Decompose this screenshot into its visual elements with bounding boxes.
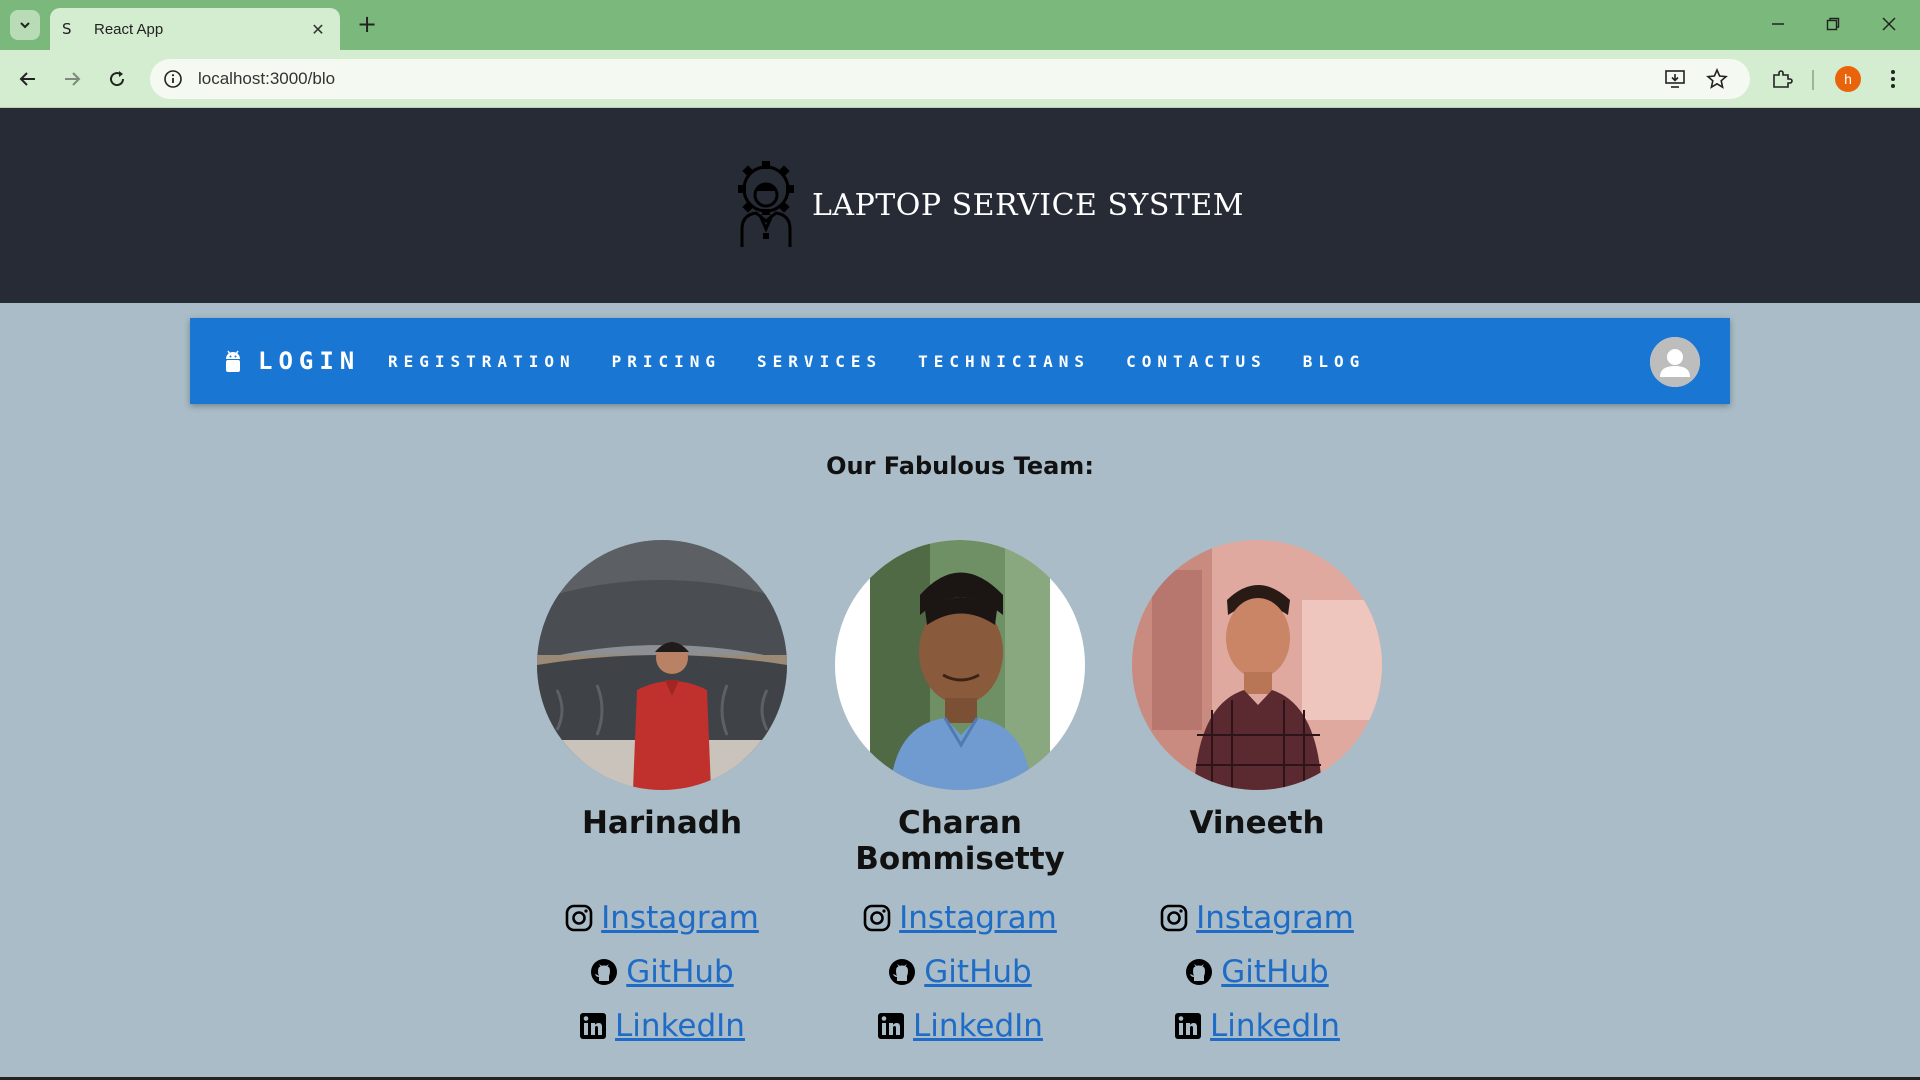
github-icon [591,959,618,985]
instagram-icon [1160,904,1188,932]
nav-login-link[interactable]: LOGIN [222,318,360,404]
instagram-icon [863,904,891,932]
toolbar-divider [1812,70,1814,90]
nav-item-blog[interactable]: BLOG [1303,352,1366,371]
arrow-right-icon [65,72,81,86]
url-text: localhost:3000/blo [198,69,336,88]
new-tab-button[interactable]: + [352,10,382,40]
extensions-button[interactable] [1767,64,1797,94]
arrow-left-icon [19,72,35,86]
instagram-icon [565,904,593,932]
github-link-label: GitHub [924,954,1032,990]
instagram-link[interactable]: Instagram [502,900,822,936]
github-link-label: GitHub [626,954,734,990]
main-navbar: LOGIN REGISTRATION PRICING SERVICES TECH… [190,318,1730,404]
linkedin-icon [580,1013,607,1039]
github-link[interactable]: GitHub [1097,954,1417,990]
site-header: LAPTOP SERVICE SYSTEM [0,108,1920,303]
github-icon [889,959,916,985]
chevron-down-icon [20,22,30,29]
linkedin-link-label: LinkedIn [913,1008,1043,1044]
nav-item-registration[interactable]: REGISTRATION [388,352,576,371]
restore-button[interactable] [1811,8,1855,40]
instagram-link[interactable]: Instagram [1097,900,1417,936]
back-button[interactable] [13,64,43,94]
reload-icon [110,71,125,87]
instagram-link[interactable]: Instagram [800,900,1120,936]
instagram-link-label: Instagram [899,900,1057,936]
forward-button[interactable] [57,64,87,94]
member-photo [537,540,787,790]
user-icon [1650,337,1700,387]
reload-button[interactable] [102,64,132,94]
profile-avatar[interactable]: h [1835,66,1861,92]
browser-tab-strip: S React App ✕ + [0,0,1920,50]
address-bar[interactable]: localhost:3000/blo [150,59,1750,99]
nav-links: REGISTRATION PRICING SERVICES TECHNICIAN… [388,318,1401,404]
minimize-icon [1772,23,1784,25]
star-icon [1706,68,1728,89]
browser-menu-button[interactable] [1878,64,1908,94]
linkedin-link-label: LinkedIn [615,1008,745,1044]
instagram-link-label: Instagram [601,900,759,936]
nav-login-label: LOGIN [258,347,361,375]
user-avatar-button[interactable] [1650,337,1700,387]
nav-item-pricing[interactable]: PRICING [612,352,721,371]
site-title: LAPTOP SERVICE SYSTEM [812,188,1245,223]
more-vertical-icon [1891,70,1895,88]
nav-item-technicians[interactable]: TECHNICIANS [918,352,1090,371]
github-link[interactable]: GitHub [800,954,1120,990]
tab-title: React App [94,20,164,38]
site-info-icon[interactable] [160,66,186,92]
linkedin-icon [1175,1013,1202,1039]
member-photo [835,540,1085,790]
github-icon [1186,959,1213,985]
team-heading: Our Fabulous Team: [826,452,1094,480]
tab-search-button[interactable] [10,10,40,40]
linkedin-link-label: LinkedIn [1210,1008,1340,1044]
browser-toolbar: localhost:3000/blo h [0,50,1920,108]
linkedin-icon [878,1013,905,1039]
nav-item-contactus[interactable]: CONTACTUS [1126,352,1267,371]
bookmark-button[interactable] [1702,64,1732,94]
minimize-button[interactable] [1756,8,1800,40]
tab-favicon: S [62,20,72,38]
member-photo [1132,540,1382,790]
android-icon [226,350,240,372]
member-name: Vineeth [1189,805,1325,841]
tab-close-button[interactable]: ✕ [308,20,328,39]
linkedin-link[interactable]: LinkedIn [1097,1008,1417,1044]
linkedin-link[interactable]: LinkedIn [800,1008,1120,1044]
puzzle-icon [1773,70,1793,88]
restore-icon [1826,17,1840,31]
member-name: Charan Bommisetty [855,805,1065,877]
close-window-button[interactable] [1867,8,1911,40]
browser-tab[interactable]: S React App ✕ [50,8,340,50]
install-app-icon [1665,70,1685,88]
nav-item-services[interactable]: SERVICES [757,352,882,371]
close-icon [1882,17,1896,31]
technician-gear-icon [738,161,794,247]
install-app-button[interactable] [1660,64,1690,94]
github-link-label: GitHub [1221,954,1329,990]
linkedin-link[interactable]: LinkedIn [502,1008,822,1044]
member-name: Harinadh [581,805,743,841]
github-link[interactable]: GitHub [502,954,822,990]
instagram-link-label: Instagram [1196,900,1354,936]
